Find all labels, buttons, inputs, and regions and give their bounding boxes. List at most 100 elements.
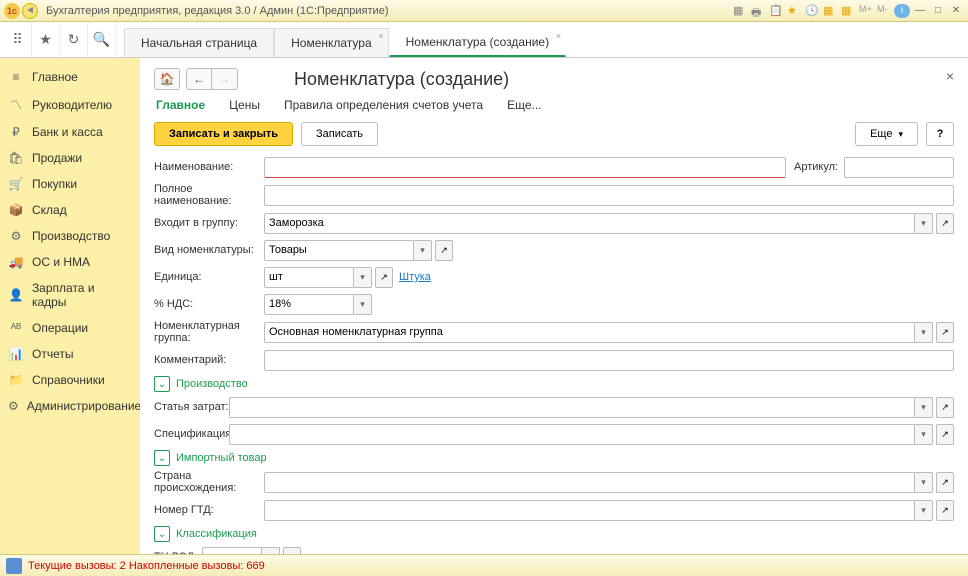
dropdown-spec-button[interactable]: ▾	[915, 424, 933, 445]
sidebar-item-sales[interactable]: 🛍Продажи	[0, 145, 140, 171]
dropdown-vat-button[interactable]: ▾	[354, 294, 372, 315]
collapse-import-button[interactable]: ⌄	[154, 450, 170, 466]
row-vat: % НДС: ▾	[154, 293, 954, 315]
close-form-button[interactable]: ×	[946, 68, 954, 84]
input-unit[interactable]	[264, 267, 354, 288]
open-group-button[interactable]: ↗	[936, 213, 954, 234]
open-type-button[interactable]: ↗	[435, 240, 453, 261]
open-unit-button[interactable]: ↗	[375, 267, 393, 288]
more-button[interactable]: Еще	[855, 122, 918, 146]
window-controls: ▦ 🖶 📋 ★ 🕓 ▦ ▦ M+ M- i — □ ✕	[732, 4, 964, 18]
dropdown-cost-button[interactable]: ▾	[915, 397, 933, 418]
sys-icon-1[interactable]: ▦	[733, 4, 747, 18]
dropdown-gtd-button[interactable]: ▾	[915, 500, 933, 521]
tab-nomenclature-create[interactable]: Номенклатура (создание) ×	[389, 28, 566, 57]
sidebar-item-purchases[interactable]: 🛒Покупки	[0, 171, 140, 197]
input-artikul[interactable]	[844, 157, 954, 178]
sidebar-item-main[interactable]: ≡Главное	[0, 64, 140, 90]
input-cost[interactable]	[229, 397, 915, 418]
cart-icon: 🛒	[8, 177, 24, 191]
form-tab-prices[interactable]: Цены	[229, 98, 260, 112]
forward-button[interactable]: →	[212, 68, 238, 90]
close-icon[interactable]: ×	[556, 31, 561, 41]
form-tab-rules[interactable]: Правила определения счетов учета	[284, 98, 483, 112]
input-type[interactable]	[264, 240, 414, 261]
favorite-icon[interactable]: ★	[787, 4, 801, 18]
sys-icon-3[interactable]: 📋	[769, 4, 783, 18]
dropdown-unit-button[interactable]: ▾	[354, 267, 372, 288]
save-close-button[interactable]: Записать и закрыть	[154, 122, 293, 146]
input-spec[interactable]	[229, 424, 915, 445]
search-icon[interactable]: 🔍	[88, 22, 116, 57]
calendar-icon[interactable]: ▦	[841, 4, 855, 18]
app-icon-back[interactable]: ◄	[22, 3, 38, 19]
toolbar: ⠿ ★ ↻ 🔍 Начальная страница Номенклатура …	[0, 22, 968, 58]
close-window-button[interactable]: ✕	[948, 4, 964, 18]
sidebar-item-admin[interactable]: ⚙Администрирование	[0, 393, 140, 419]
dropdown-origin-button[interactable]: ▾	[915, 472, 933, 493]
m-plus-icon[interactable]: M+	[859, 4, 873, 18]
dropdown-nomgroup-button[interactable]: ▾	[915, 322, 933, 343]
person-icon: 👤	[8, 288, 24, 302]
section-production: ⌄ Производство	[154, 376, 954, 392]
truck-icon: 🚚	[8, 255, 24, 269]
sidebar-admin-label: Администрирование	[27, 399, 141, 413]
form-tab-main[interactable]: Главное	[156, 98, 205, 112]
section-import: ⌄ Импортный товар	[154, 450, 954, 466]
sidebar-item-warehouse[interactable]: 📦Склад	[0, 197, 140, 223]
calc-icon[interactable]: ▦	[823, 4, 837, 18]
sys-icon-5[interactable]: 🕓	[805, 4, 819, 18]
history-icon[interactable]: ↻	[60, 22, 88, 57]
collapse-production-button[interactable]: ⌄	[154, 376, 170, 392]
input-name[interactable]	[264, 157, 786, 178]
sidebar-salary-label: Зарплата и кадры	[32, 281, 132, 309]
open-origin-button[interactable]: ↗	[936, 472, 954, 493]
sidebar-item-salary[interactable]: 👤 Зарплата и кадры	[0, 275, 140, 315]
tab-start[interactable]: Начальная страница	[124, 28, 274, 57]
sidebar-item-references[interactable]: 📁Справочники	[0, 367, 140, 393]
statusbar: Текущие вызовы: 2 Накопленные вызовы: 66…	[0, 554, 968, 576]
help-button[interactable]: ?	[926, 122, 954, 146]
close-icon[interactable]: ×	[378, 31, 383, 41]
back-button[interactable]: ←	[186, 68, 212, 90]
m-minus-icon[interactable]: M-	[877, 4, 891, 18]
section-classification-title: Классификация	[176, 528, 257, 540]
open-tnved-button[interactable]: ↗	[283, 547, 301, 555]
sidebar-item-manager[interactable]: 〽Руководителю	[0, 90, 140, 119]
favorite-toolbar-icon[interactable]: ★	[32, 22, 60, 57]
label-fullname: Полное наименование:	[154, 183, 264, 207]
input-origin[interactable]	[264, 472, 915, 493]
minimize-button[interactable]: —	[912, 4, 928, 18]
sidebar-item-reports[interactable]: 📊Отчеты	[0, 341, 140, 367]
input-nomgroup[interactable]	[264, 322, 915, 343]
sidebar-item-production[interactable]: ⚙Производство	[0, 223, 140, 249]
maximize-button[interactable]: □	[930, 4, 946, 18]
dropdown-group-button[interactable]: ▾	[915, 213, 933, 234]
collapse-classification-button[interactable]: ⌄	[154, 526, 170, 542]
tab-nomenclature[interactable]: Номенклатура ×	[274, 28, 389, 57]
input-gtd[interactable]	[264, 500, 915, 521]
open-spec-button[interactable]: ↗	[936, 424, 954, 445]
open-cost-button[interactable]: ↗	[936, 397, 954, 418]
sidebar-item-operations[interactable]: ᴬᴮОперации	[0, 315, 140, 341]
unit-link[interactable]: Штука	[399, 271, 431, 283]
dropdown-type-button[interactable]: ▾	[414, 240, 432, 261]
sidebar-item-assets[interactable]: 🚚ОС и НМА	[0, 249, 140, 275]
barchart-icon: 📊	[8, 347, 24, 361]
save-button[interactable]: Записать	[301, 122, 378, 146]
open-nomgroup-button[interactable]: ↗	[936, 322, 954, 343]
label-group: Входит в группу:	[154, 217, 264, 229]
input-comment[interactable]	[264, 350, 954, 371]
input-fullname[interactable]	[264, 185, 954, 206]
open-gtd-button[interactable]: ↗	[936, 500, 954, 521]
apps-icon[interactable]: ⠿	[4, 22, 32, 57]
sidebar-item-bank[interactable]: ₽Банк и касса	[0, 119, 140, 145]
input-tnved[interactable]	[202, 547, 262, 555]
dropdown-tnved-button[interactable]: ▾	[262, 547, 280, 555]
info-button[interactable]: i	[894, 4, 910, 18]
input-group[interactable]	[264, 213, 915, 234]
input-vat[interactable]	[264, 294, 354, 315]
home-button[interactable]: 🏠	[154, 68, 180, 90]
sys-icon-2[interactable]: 🖶	[751, 4, 765, 18]
form-tab-more[interactable]: Еще...	[507, 98, 541, 112]
